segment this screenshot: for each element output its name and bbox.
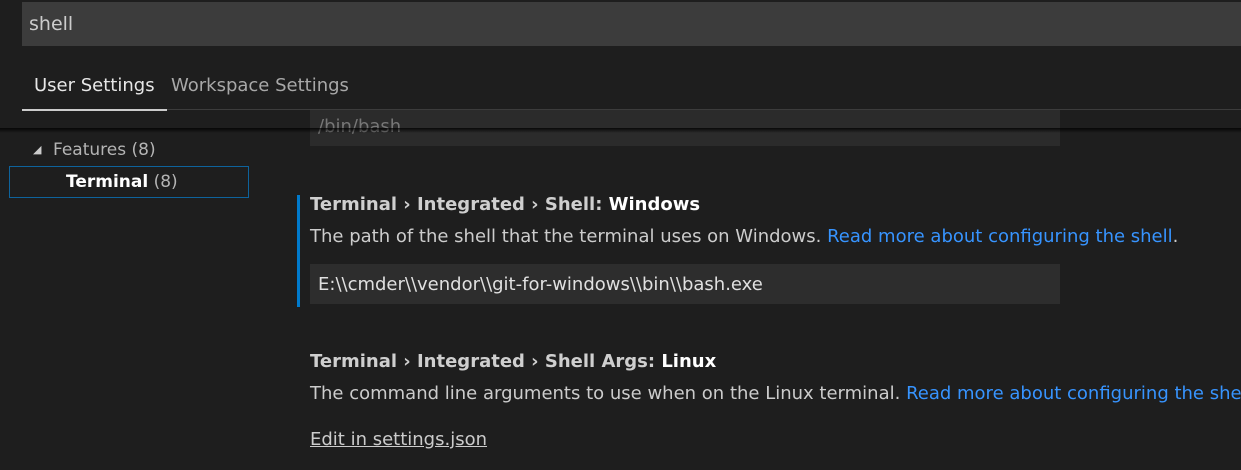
shell-windows-input[interactable] <box>310 264 1060 304</box>
settings-tabs: User Settings Workspace Settings <box>22 62 1241 111</box>
read-more-link[interactable]: Read more about configuring the shell <box>827 226 1173 247</box>
edit-in-settings-json-link[interactable]: Edit in settings.json <box>310 429 487 450</box>
toc-features-label: Features <box>53 140 127 160</box>
search-bar <box>22 2 1241 46</box>
toc-terminal-label: Terminal <box>66 172 149 192</box>
setting-title-shell-args-linux: Terminal › Integrated › Shell Args: Linu… <box>310 351 716 372</box>
setting-description-shell-args-linux: The command line arguments to use when o… <box>310 383 1241 404</box>
setting-description-text: The path of the shell that the terminal … <box>310 226 828 247</box>
setting-key: Linux <box>661 351 717 372</box>
toc-item-terminal[interactable]: Terminal (8) <box>9 166 249 198</box>
read-more-link[interactable]: Read more about configuring the shell <box>906 383 1241 404</box>
search-input[interactable] <box>22 2 1241 46</box>
setting-title-shell-windows: Terminal › Integrated › Shell: Windows <box>310 194 700 215</box>
toc-item-features[interactable]: ◢ Features (8) <box>33 138 156 162</box>
setting-key: Windows <box>608 194 701 215</box>
setting-category: Terminal › Integrated › Shell Args: <box>310 351 662 372</box>
shell-windows-value-box <box>310 264 1060 304</box>
collapse-triangle-icon[interactable]: ◢ <box>33 138 53 162</box>
setting-description-shell-windows: The path of the shell that the terminal … <box>310 226 1178 247</box>
toc-features-count: (8) <box>131 140 156 160</box>
focused-setting-indicator <box>297 195 300 307</box>
setting-description-text: The command line arguments to use when o… <box>310 383 907 404</box>
toc-terminal-count: (8) <box>153 172 178 192</box>
tab-workspace-settings[interactable]: Workspace Settings <box>171 62 349 109</box>
description-period: . <box>1172 226 1179 247</box>
previous-setting-value: /bin/bash <box>318 116 402 137</box>
tab-user-settings[interactable]: User Settings <box>22 62 167 111</box>
setting-category: Terminal › Integrated › Shell: <box>310 194 609 215</box>
header-shadow <box>0 128 1241 133</box>
